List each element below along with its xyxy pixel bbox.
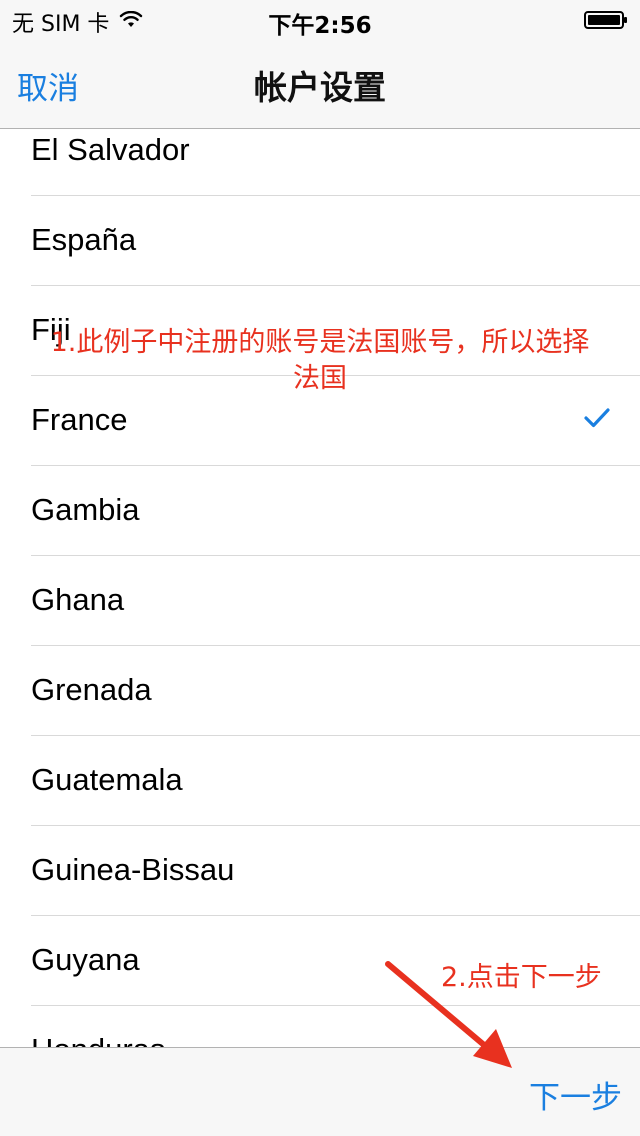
country-row[interactable]: Guinea-Bissau [31, 826, 640, 916]
country-name: Grenada [31, 672, 152, 707]
next-button[interactable]: 下一步 [529, 1072, 622, 1117]
page-title: 帐户设置 [254, 68, 386, 107]
screen: 无 SIM 卡 下午2:56 取消 帐户设置 El Salvador Españ… [0, 0, 640, 1136]
country-name: Guyana [31, 942, 140, 977]
country-name: Guinea-Bissau [31, 852, 235, 887]
annotation-step1: 1.此例子中注册的账号是法国账号，所以选择 法国 [0, 325, 640, 397]
country-row[interactable]: Gambia [31, 466, 640, 556]
bottom-toolbar: 下一步 [0, 1047, 640, 1136]
status-bar: 无 SIM 卡 下午2:56 [0, 0, 640, 40]
annotation-step1-line2: 法国 [293, 363, 347, 394]
country-name: France [31, 402, 128, 437]
country-name: Gambia [31, 492, 140, 527]
country-name: Ghana [31, 582, 125, 617]
annotation-step1-line1: 1.此例子中注册的账号是法国账号，所以选择 [50, 327, 590, 358]
country-name: Guatemala [31, 762, 183, 797]
country-list: El Salvador España Fiji France Gambia Gh… [0, 106, 640, 1096]
country-name: España [31, 222, 137, 257]
country-row[interactable]: Grenada [31, 646, 640, 736]
status-time: 下午2:56 [268, 13, 372, 39]
country-row[interactable]: Guatemala [31, 736, 640, 826]
country-row[interactable]: España [31, 196, 640, 286]
arrow-icon [370, 950, 530, 1080]
country-row[interactable]: Ghana [31, 556, 640, 646]
checkmark-icon [584, 407, 610, 429]
battery-icon [584, 11, 628, 29]
nav-bar: 取消 帐户设置 [0, 40, 640, 129]
country-name: El Salvador [31, 132, 190, 167]
